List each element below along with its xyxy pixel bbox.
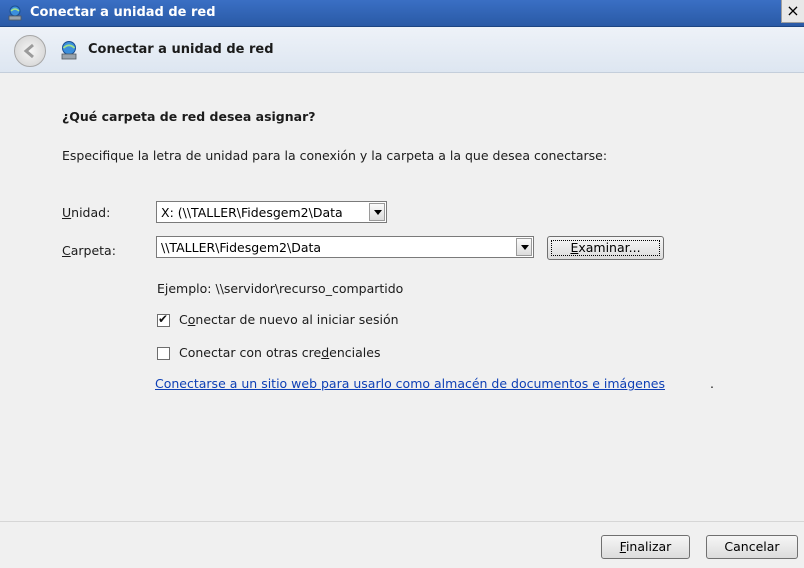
window-title: Conectar a unidad de red <box>30 5 216 20</box>
drive-select-value: X: (\\TALLER\Fidesgem2\Data <box>161 205 343 220</box>
back-arrow-icon <box>23 43 34 59</box>
wizard-content: ¿Qué carpeta de red desea asignar? Espec… <box>0 73 804 521</box>
other-credentials-label[interactable]: Conectar con otras credenciales <box>179 345 380 360</box>
network-drive-icon <box>61 41 77 60</box>
instructions-text: Especifique la letra de unidad para la c… <box>62 148 608 163</box>
focus-ring <box>551 240 660 256</box>
finish-button[interactable]: Finalizar <box>601 535 690 559</box>
network-drive-icon <box>8 5 22 21</box>
close-button[interactable]: × <box>781 0 804 23</box>
cancel-button[interactable]: Cancelar <box>706 535 798 559</box>
drive-select[interactable]: X: (\\TALLER\Fidesgem2\Data <box>156 201 387 223</box>
link-period: . <box>710 376 714 391</box>
wizard-title: Conectar a unidad de red <box>88 42 274 57</box>
other-credentials-checkbox[interactable] <box>157 347 170 360</box>
page-heading: ¿Qué carpeta de red desea asignar? <box>62 109 316 124</box>
folder-input-value: \\TALLER\Fidesgem2\Data <box>161 240 322 255</box>
wizard-header: Conectar a unidad de red <box>0 27 804 73</box>
drive-label: Unidad: <box>62 205 111 220</box>
folder-label: Carpeta: <box>62 243 116 258</box>
back-button[interactable] <box>14 35 46 67</box>
wizard-footer: Finalizar Cancelar <box>0 521 804 568</box>
folder-combo[interactable]: \\TALLER\Fidesgem2\Data <box>156 236 534 258</box>
browse-button[interactable]: Examinar... <box>547 236 664 260</box>
reconnect-checkbox[interactable] <box>157 312 170 327</box>
web-storage-link[interactable]: Conectarse a un sitio web para usarlo co… <box>155 376 665 391</box>
chevron-down-icon[interactable] <box>516 238 532 256</box>
close-icon: × <box>786 1 800 20</box>
example-text: Ejemplo: \\servidor\recurso_compartido <box>157 281 404 296</box>
reconnect-label[interactable]: Conectar de nuevo al iniciar sesión <box>179 312 399 327</box>
title-bar: Conectar a unidad de red × <box>0 0 804 27</box>
chevron-down-icon[interactable] <box>369 203 385 221</box>
